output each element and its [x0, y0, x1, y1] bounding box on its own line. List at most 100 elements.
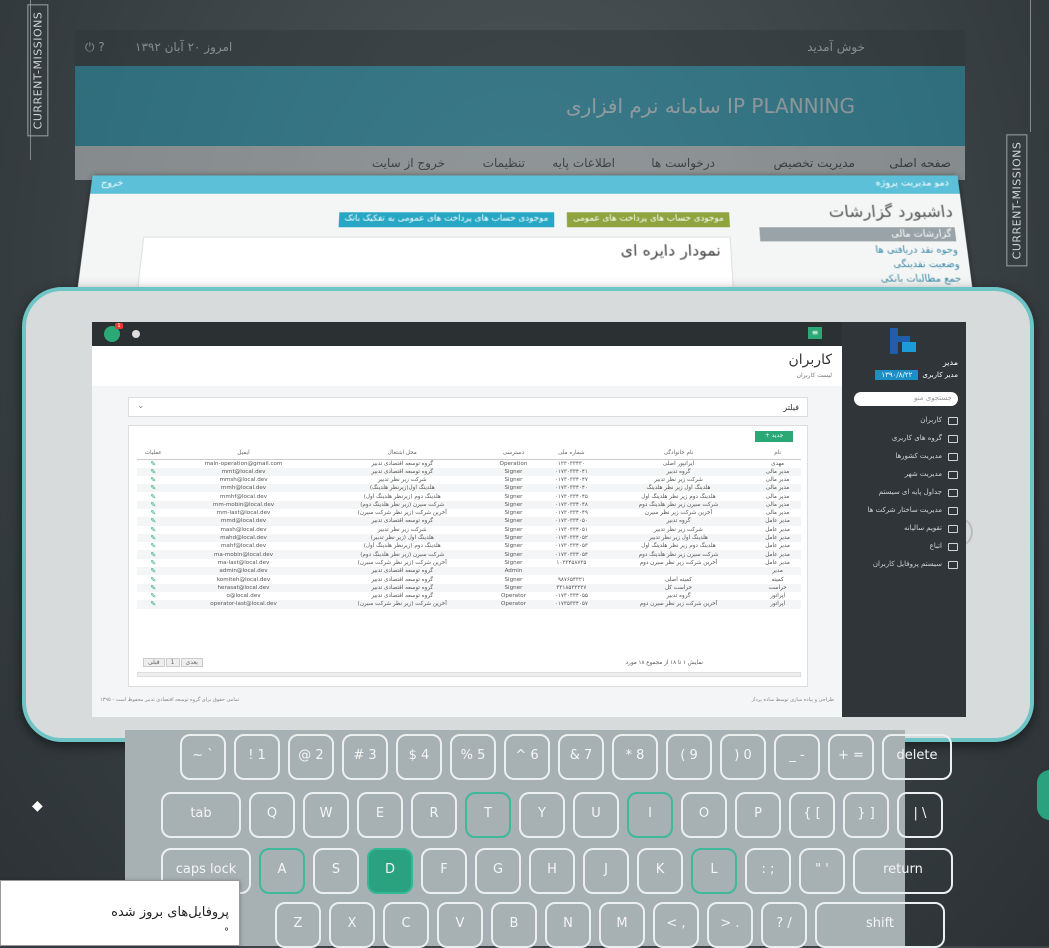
edit-icon[interactable]: ✎: [137, 492, 170, 501]
key-row2-4[interactable]: R: [411, 792, 457, 838]
key-row2-7[interactable]: U: [573, 792, 619, 838]
key-row1-0[interactable]: ~ `: [180, 734, 226, 780]
key-row3-7[interactable]: J: [583, 848, 629, 894]
sidebar-item-companies[interactable]: مدیریت ساختار شرکت ها: [848, 506, 958, 524]
key-row2-13[interactable]: | \: [897, 792, 943, 838]
key-row4-1[interactable]: X: [329, 902, 375, 948]
key-row1-7[interactable]: & 7: [558, 734, 604, 780]
key-row4-9[interactable]: ? /: [761, 902, 807, 948]
key-row1-13[interactable]: delete: [882, 734, 952, 780]
column-header[interactable]: نام: [754, 448, 801, 460]
key-row4-5[interactable]: N: [545, 902, 591, 948]
key-row3-4[interactable]: F: [421, 848, 467, 894]
key-row1-4[interactable]: $ 4: [396, 734, 442, 780]
key-row2-10[interactable]: P: [735, 792, 781, 838]
key-row1-8[interactable]: * 8: [612, 734, 658, 780]
key-row3-1[interactable]: A: [259, 848, 305, 894]
sidebar-item-users[interactable]: کاربران: [848, 416, 958, 434]
key-row2-6[interactable]: Y: [519, 792, 565, 838]
key-row4-0[interactable]: Z: [275, 902, 321, 948]
menu-search-input[interactable]: جستجوی منو: [854, 392, 958, 406]
edit-icon[interactable]: ✎: [137, 526, 170, 534]
column-header[interactable]: عملیات: [137, 448, 170, 460]
key-row3-6[interactable]: H: [529, 848, 575, 894]
floating-action-button[interactable]: [1037, 770, 1049, 820]
column-header[interactable]: نام خانوادگی: [602, 448, 755, 460]
key-row3-11[interactable]: " ': [799, 848, 845, 894]
page-1-button[interactable]: 1: [165, 658, 180, 667]
key-row1-10[interactable]: ) 0: [720, 734, 766, 780]
add-user-button[interactable]: + جدید: [755, 431, 793, 442]
column-header[interactable]: شماره ملی: [539, 448, 603, 460]
key-row3-3[interactable]: D: [367, 848, 413, 894]
sidebar-item-countries[interactable]: مدیریت کشورها: [848, 452, 958, 470]
edit-icon[interactable]: ✎: [137, 559, 170, 567]
key-row2-11[interactable]: { [: [789, 792, 835, 838]
key-row4-2[interactable]: C: [383, 902, 429, 948]
next-page-button[interactable]: بعدی: [180, 658, 203, 667]
sidebar-item-user-groups[interactable]: گروه های کاربری: [848, 434, 958, 452]
key-row2-1[interactable]: Q: [249, 792, 295, 838]
key-row1-12[interactable]: + =: [828, 734, 874, 780]
edit-icon[interactable]: ✎: [137, 567, 170, 576]
edit-icon[interactable]: ✎: [137, 517, 170, 526]
key-row4-7[interactable]: < ,: [653, 902, 699, 948]
edit-icon[interactable]: ✎: [137, 583, 170, 592]
top-bar: 1 ≡: [92, 322, 966, 346]
key-row4-6[interactable]: M: [599, 902, 645, 948]
column-header[interactable]: محل اشتغال: [317, 448, 488, 460]
sidebar-item-nationals[interactable]: اتباع: [848, 542, 958, 560]
key-row3-9[interactable]: L: [691, 848, 737, 894]
edit-icon[interactable]: ✎: [137, 467, 170, 476]
key-row2-9[interactable]: O: [681, 792, 727, 838]
sidebar-item-base-tables[interactable]: جداول پایه ای سیستم: [848, 488, 958, 506]
edit-icon[interactable]: ✎: [137, 533, 170, 543]
column-header[interactable]: ایمیل: [169, 448, 318, 460]
horizontal-scrollbar[interactable]: [137, 672, 801, 677]
key-row1-2[interactable]: @ 2: [288, 734, 334, 780]
edit-icon[interactable]: ✎: [137, 476, 170, 484]
key-row1-6[interactable]: ^ 6: [504, 734, 550, 780]
key-row1-11[interactable]: _ -: [774, 734, 820, 780]
edit-icon[interactable]: ✎: [137, 509, 170, 517]
key-row2-12[interactable]: } ]: [843, 792, 889, 838]
sidebar-item-profiles[interactable]: سیستم پروفایل کاربران: [848, 560, 958, 578]
key-row3-2[interactable]: S: [313, 848, 359, 894]
edit-icon[interactable]: ✎: [137, 542, 170, 550]
key-row2-5[interactable]: T: [465, 792, 511, 838]
user-role[interactable]: مدیر کاربری: [922, 371, 958, 379]
edit-icon[interactable]: ✎: [137, 575, 170, 584]
notification-icon[interactable]: 1: [104, 323, 123, 342]
key-row4-3[interactable]: V: [437, 902, 483, 948]
key-row3-12[interactable]: return: [853, 848, 953, 894]
key-row1-9[interactable]: ( 9: [666, 734, 712, 780]
edit-icon[interactable]: ✎: [137, 592, 170, 600]
key-row2-3[interactable]: E: [357, 792, 403, 838]
sidebar-item-calendar[interactable]: تقویم سالیانه: [848, 524, 958, 542]
key-row3-8[interactable]: K: [637, 848, 683, 894]
edit-icon[interactable]: ✎: [137, 600, 170, 609]
info-icon[interactable]: [132, 330, 140, 338]
key-row3-10[interactable]: : ;: [745, 848, 791, 894]
key-row2-0[interactable]: tab: [161, 792, 241, 838]
key-row1-5[interactable]: % 5: [450, 734, 496, 780]
table-cell: ۰۱۷۳۰۳۳۴۰۵۳: [554, 543, 588, 550]
column-header[interactable]: دسترسی: [487, 448, 540, 460]
key-row1-1[interactable]: ! 1: [234, 734, 280, 780]
edit-icon[interactable]: ✎: [137, 500, 170, 509]
menu-toggle-icon[interactable]: ≡: [808, 327, 822, 339]
key-row3-5[interactable]: G: [475, 848, 521, 894]
filter-panel[interactable]: فیلتر ⌄: [128, 397, 808, 417]
key-row1-3[interactable]: # 3: [342, 734, 388, 780]
key-row2-8[interactable]: I: [627, 792, 673, 838]
key-row2-2[interactable]: W: [303, 792, 349, 838]
key-row4-10[interactable]: shift: [815, 902, 945, 948]
warning-icon: ◆: [32, 798, 43, 814]
key-row4-4[interactable]: B: [491, 902, 537, 948]
sidebar-item-cities[interactable]: مدیریت شهر: [848, 470, 958, 488]
edit-icon[interactable]: ✎: [137, 484, 170, 493]
edit-icon[interactable]: ✎: [137, 459, 170, 468]
prev-page-button[interactable]: قبلی: [143, 658, 165, 667]
key-row4-8[interactable]: > .: [707, 902, 753, 948]
edit-icon[interactable]: ✎: [137, 550, 170, 559]
